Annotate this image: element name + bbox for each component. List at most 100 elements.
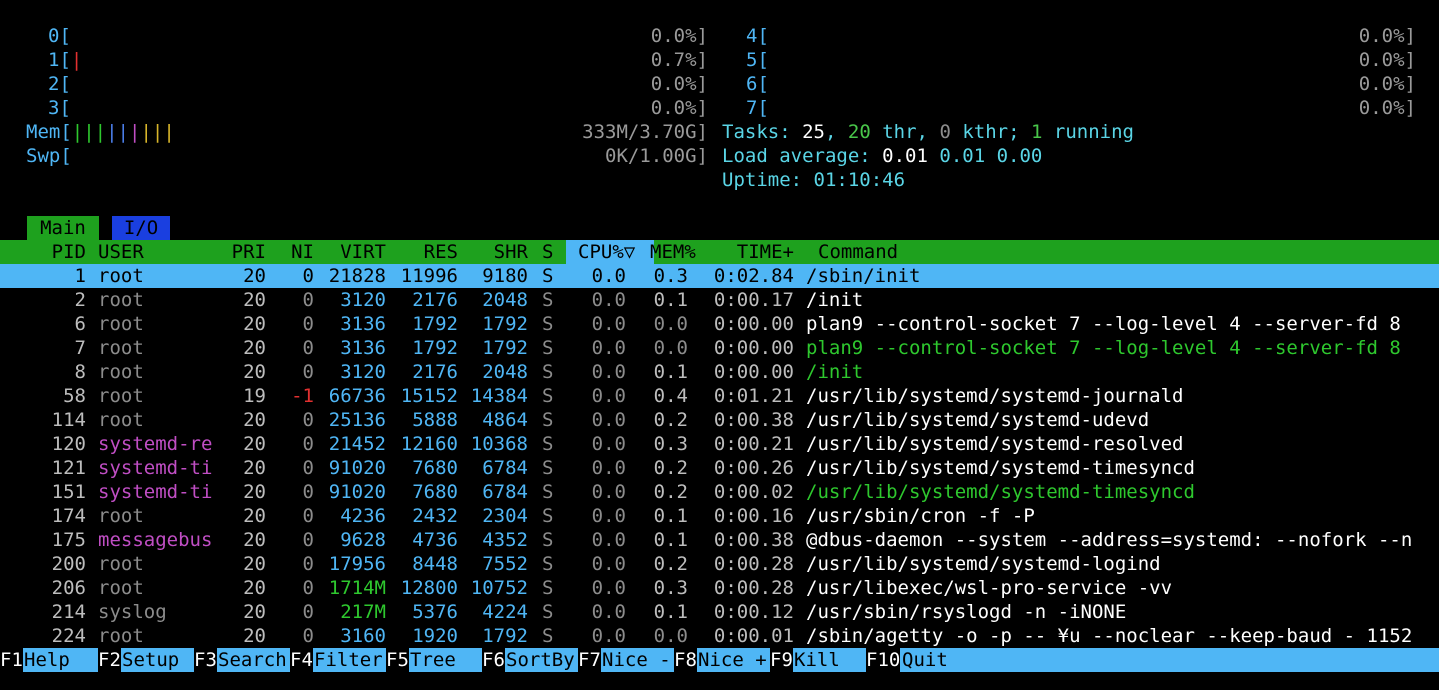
tab-io[interactable]: I/O — [112, 216, 170, 240]
col-ni[interactable]: NI — [280, 240, 314, 264]
col-pri[interactable]: PRI — [218, 240, 266, 264]
command-cell: /usr/sbin/cron -f -P — [806, 505, 1035, 527]
mem-cell: 0.1 — [653, 529, 688, 551]
col-cpu[interactable]: CPU%▽ — [578, 240, 635, 264]
col-pid[interactable]: PID — [30, 240, 86, 264]
tab-main[interactable]: Main — [27, 216, 99, 240]
fkey-f2[interactable]: F2 — [98, 648, 121, 672]
pid-cell: 6 — [74, 313, 86, 335]
table-row[interactable]: 121 systemd-ti 20 0 91020 7680 6784 S 0.0 0.2 0:00… — [0, 456, 1439, 480]
state-cell: S — [542, 409, 554, 431]
virt-cell: 3120 — [340, 289, 386, 311]
fkey-label-f3[interactable]: Search — [218, 648, 287, 672]
fkey-f6[interactable]: F6 — [482, 648, 505, 672]
mem-cell: 0.0 — [653, 337, 688, 359]
fkey-label-f9[interactable]: Kill — [794, 648, 863, 672]
res-cell: 1920 — [412, 625, 458, 647]
cpu-cell: 0.0 — [591, 433, 626, 455]
command-cell: /sbin/init — [806, 265, 921, 287]
state-cell: S — [542, 289, 554, 311]
user-cell: root — [98, 313, 144, 335]
col-command[interactable]: Command — [818, 240, 898, 264]
function-key-bar: F1 Help F2 Setup F3 Search F4 Filter F5 Tree F6… — [0, 648, 1439, 672]
table-row[interactable]: 175 messagebus 20 0 9628 4736 4352 S 0.0 0.1 0:00.… — [0, 528, 1439, 552]
cpu-0-label: 0[ — [48, 25, 71, 47]
fkey-label-f5[interactable]: Tree — [410, 648, 479, 672]
shr-cell: 7552 — [482, 553, 528, 575]
user-cell: root — [98, 577, 144, 599]
state-cell: S — [542, 529, 554, 551]
mem-cell: 0.0 — [653, 313, 688, 335]
table-row[interactable]: 200 root 20 0 17956 8448 7552 S 0.0 0.2 0:00.28/us… — [0, 552, 1439, 576]
table-row[interactable]: 2 root 20 0 3120 2176 2048 S 0.0 0.1 0:00.17/init — [0, 288, 1439, 312]
fkey-f3[interactable]: F3 — [194, 648, 217, 672]
ni-cell: 0 — [302, 577, 314, 599]
cpu-cell: 0.0 — [591, 601, 626, 623]
mem-cell: 0.2 — [653, 553, 688, 575]
mem-value: 333M/3.70G] — [582, 121, 708, 143]
table-row[interactable]: 151 systemd-ti 20 0 91020 7680 6784 S 0.0 0.2 0:00… — [0, 480, 1439, 504]
state-cell: S — [542, 361, 554, 383]
fkey-label-f10[interactable]: Quit — [902, 648, 948, 672]
fkey-label-f1[interactable]: Help — [24, 648, 93, 672]
cpu-cell: 0.0 — [591, 361, 626, 383]
fkey-label-f8[interactable]: Nice + — [698, 648, 767, 672]
table-row[interactable]: 206 root 20 0 1714M 12800 10752 S 0.0 0.3 0:00.28 /… — [0, 576, 1439, 600]
ni-cell: 0 — [302, 433, 314, 455]
fkey-label-f4[interactable]: Filter — [314, 648, 383, 672]
virt-cell: 3136 — [340, 337, 386, 359]
col-res[interactable]: RES — [396, 240, 458, 264]
table-row[interactable]: 7 root 20 0 3136 1792 1792 S 0.0 0.0 0:00.00 plan9 … — [0, 336, 1439, 360]
user-cell: syslog — [98, 601, 167, 623]
fkey-f8[interactable]: F8 — [674, 648, 697, 672]
pri-cell: 20 — [243, 361, 266, 383]
fkey-f10[interactable]: F10 — [866, 648, 901, 672]
col-virt[interactable]: VIRT — [324, 240, 386, 264]
table-row[interactable]: 120 systemd-re 20 0 21452 12160 10368 S 0.0 0.3 0:… — [0, 432, 1439, 456]
fkey-f5[interactable]: F5 — [386, 648, 409, 672]
table-row[interactable]: 114 root 20 0 25136 5888 4864 S 0.0 0.2 0:00.38/us… — [0, 408, 1439, 432]
fkey-f7[interactable]: F7 — [578, 648, 601, 672]
command-cell: /usr/lib/systemd/systemd-logind — [806, 553, 1161, 575]
mem-cell: 0.2 — [653, 457, 688, 479]
col-user[interactable]: USER — [98, 240, 144, 264]
user-cell: root — [98, 265, 144, 287]
fkey-f4[interactable]: F4 — [290, 648, 313, 672]
fkey-f9[interactable]: F9 — [770, 648, 793, 672]
command-cell: plan9 --control-socket 7 --log-level 4 -… — [806, 313, 1401, 335]
cpu-cell: 0.0 — [591, 337, 626, 359]
table-row[interactable]: 174 root 20 0 4236 2432 2304 S 0.0 0.1 0:00.16/usr… — [0, 504, 1439, 528]
shr-cell: 1792 — [482, 313, 528, 335]
fkey-label-f2[interactable]: Setup — [122, 648, 191, 672]
fkey-label-f6[interactable]: SortBy — [506, 648, 575, 672]
time-cell: 0:01.21 — [713, 385, 794, 407]
table-row[interactable]: 224 root 20 0 3160 1920 1792 S 0.0 0.0 0:00.01/sbi… — [0, 624, 1439, 648]
virt-cell: 9628 — [340, 529, 386, 551]
table-row[interactable]: 1 root 20 0 21828 11996 9180 S 0.0 0.3 0:02.84/sbi… — [0, 264, 1439, 288]
virt-cell: 3160 — [340, 625, 386, 647]
command-cell: /usr/libexec/wsl-pro-service -vv — [806, 577, 1173, 599]
state-cell: S — [542, 457, 554, 479]
column-header-row: PID USER PRI NI VIRT RES SHR S CPU%▽ MEM… — [0, 240, 1439, 264]
state-cell: S — [542, 337, 554, 359]
table-row[interactable]: 8 root 20 0 3120 2176 2048 S 0.0 0.1 0:00.00/init — [0, 360, 1439, 384]
state-cell: S — [542, 481, 554, 503]
cpu-cell: 0.0 — [591, 313, 626, 335]
ni-cell: 0 — [302, 409, 314, 431]
table-row[interactable]: 214 syslog 20 0 217M 5376 4224 S 0.0 0.1 0:00.12/u… — [0, 600, 1439, 624]
cpu-cell: 0.0 — [591, 409, 626, 431]
col-mem[interactable]: MEM% — [650, 240, 696, 264]
table-row[interactable]: 58 root 19 -1 66736 15152 14384 S 0.0 0.4 0:01.21 /… — [0, 384, 1439, 408]
col-s[interactable]: S — [542, 240, 553, 264]
user-cell: systemd-re — [98, 433, 213, 455]
virt-cell: 1714M — [328, 577, 386, 599]
fkey-f1[interactable]: F1 — [0, 648, 23, 672]
shr-cell: 6784 — [482, 457, 528, 479]
bottom-strip — [0, 672, 1439, 690]
table-row[interactable]: 6 root 20 0 3136 1792 1792 S 0.0 0.0 0:00.00 plan9 … — [0, 312, 1439, 336]
cpu-2-label: 2[ — [48, 73, 71, 95]
cpu-3-value: 0.0%] — [650, 97, 708, 119]
col-time[interactable]: TIME+ — [700, 240, 794, 264]
col-shr[interactable]: SHR — [466, 240, 528, 264]
fkey-label-f7[interactable]: Nice - — [602, 648, 671, 672]
